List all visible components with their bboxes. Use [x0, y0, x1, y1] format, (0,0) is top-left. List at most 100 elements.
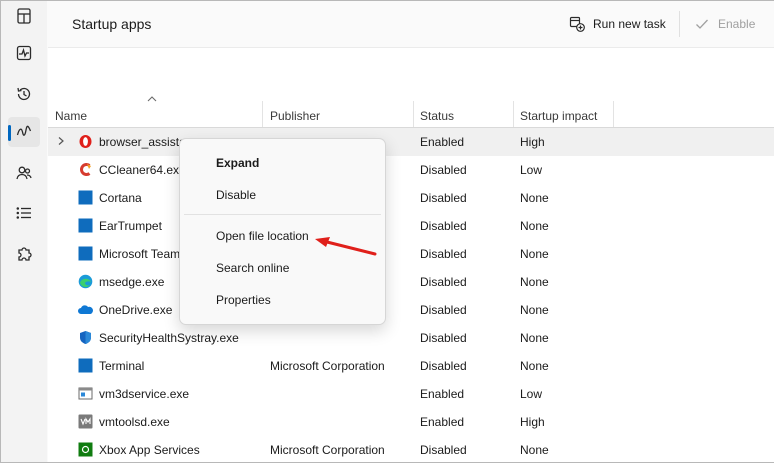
app-name: browser_assista [99, 135, 186, 149]
nav-services-button[interactable] [8, 239, 40, 269]
app-status: Enabled [420, 415, 465, 429]
app-name: OneDrive.exe [99, 303, 173, 317]
app-status: Disabled [420, 219, 467, 233]
column-divider[interactable] [513, 101, 514, 127]
run-new-task-icon [569, 16, 585, 32]
cortana-icon [78, 190, 93, 205]
app-name: msedge.exe [99, 275, 165, 289]
chevron-right-icon[interactable] [56, 136, 66, 146]
table-row[interactable]: EarTrumpet Disabled None [48, 212, 774, 240]
eartrumpet-icon [78, 218, 93, 233]
table-header: Name Publisher Status Startup impact [48, 96, 774, 128]
nav-rail [1, 1, 47, 462]
run-new-task-button[interactable]: Run new task [569, 14, 666, 34]
column-header-publisher[interactable]: Publisher [270, 109, 320, 123]
processes-icon [17, 8, 31, 24]
run-new-task-label: Run new task [593, 17, 666, 31]
table-row[interactable]: Xbox App Services Microsoft Corporation … [48, 436, 774, 464]
services-puzzle-icon [18, 247, 32, 261]
opera-icon [79, 135, 92, 148]
table-row[interactable]: vm3dservice.exe Enabled Low [48, 380, 774, 408]
nav-app-history-button[interactable] [8, 79, 40, 109]
app-name: vmtoolsd.exe [99, 415, 170, 429]
app-name: Xbox App Services [99, 443, 200, 457]
app-impact: None [520, 219, 549, 233]
terminal-icon [78, 358, 93, 373]
page-title: Startup apps [72, 16, 152, 32]
app-name: Cortana [99, 191, 142, 205]
column-divider[interactable] [262, 101, 263, 127]
performance-icon [16, 45, 32, 61]
app-impact: Low [520, 163, 543, 177]
app-impact: None [520, 191, 549, 205]
command-separator [679, 11, 680, 37]
app-name: CCleaner64.exe [99, 163, 186, 177]
column-divider[interactable] [613, 101, 614, 127]
app-status: Enabled [420, 387, 465, 401]
vm3d-icon [78, 387, 93, 400]
menu-item-expand[interactable]: Expand [216, 156, 259, 170]
app-status: Disabled [420, 331, 467, 345]
menu-divider [184, 214, 381, 215]
table-row[interactable]: msedge.exe Disabled None [48, 268, 774, 296]
column-divider[interactable] [413, 101, 414, 127]
app-status: Enabled [420, 135, 465, 149]
table-row[interactable]: SecurityHealthSystray.exe Disabled None [48, 324, 774, 352]
edge-icon [78, 274, 93, 289]
app-status: Disabled [420, 247, 467, 261]
main-panel: Startup apps Run new task Enable Name Pu… [48, 1, 774, 462]
sort-ascending-icon [147, 96, 157, 102]
users-icon [16, 166, 32, 180]
startup-gauge-icon [16, 125, 32, 136]
app-status: Disabled [420, 163, 467, 177]
nav-users-button[interactable] [8, 158, 40, 188]
column-header-startup-impact[interactable]: Startup impact [520, 109, 597, 123]
table-row[interactable]: Cortana Disabled None [48, 184, 774, 212]
table-row[interactable]: OneDrive.exe Disabled None [48, 296, 774, 324]
checkmark-icon [696, 19, 708, 29]
history-icon [17, 87, 31, 101]
nav-processes-button[interactable] [8, 1, 40, 31]
security-shield-icon [80, 331, 91, 344]
menu-item-properties[interactable]: Properties [216, 293, 271, 307]
task-manager-window: Startup apps Run new task Enable Name Pu… [0, 0, 774, 463]
app-impact: None [520, 359, 549, 373]
app-impact: None [520, 443, 549, 457]
menu-item-disable[interactable]: Disable [216, 188, 256, 202]
app-status: Disabled [420, 443, 467, 457]
app-publisher: Microsoft Corporation [270, 443, 385, 457]
details-list-icon [16, 207, 31, 219]
table-row[interactable]: CCleaner64.exe Disabled Low [48, 156, 774, 184]
menu-item-search-online[interactable]: Search online [216, 261, 289, 275]
nav-performance-button[interactable] [8, 38, 40, 68]
teams-icon [78, 246, 93, 261]
app-impact: None [520, 331, 549, 345]
column-header-name[interactable]: Name [55, 109, 87, 123]
app-status: Disabled [420, 191, 467, 205]
app-name: Microsoft Team [99, 247, 181, 261]
nav-details-button[interactable] [8, 198, 40, 228]
menu-item-open-file-location[interactable]: Open file location [216, 229, 309, 243]
app-impact: High [520, 415, 545, 429]
table-row[interactable]: vmtoolsd.exe Enabled High [48, 408, 774, 436]
active-indicator [8, 125, 11, 141]
onedrive-icon [78, 305, 93, 314]
app-name: SecurityHealthSystray.exe [99, 331, 239, 345]
xbox-icon [78, 442, 93, 457]
app-status: Disabled [420, 359, 467, 373]
nav-startup-apps-button[interactable] [8, 117, 40, 147]
app-impact: None [520, 247, 549, 261]
vmware-icon [78, 414, 93, 429]
enable-label: Enable [718, 17, 756, 31]
app-impact: None [520, 303, 549, 317]
app-name: vm3dservice.exe [99, 387, 190, 401]
app-name: Terminal [99, 359, 145, 373]
table-row[interactable]: Microsoft Team Disabled None [48, 240, 774, 268]
table-row[interactable]: browser_assista Enabled High [48, 128, 774, 156]
column-header-status[interactable]: Status [420, 109, 454, 123]
app-name: EarTrumpet [99, 219, 162, 233]
app-publisher: Microsoft Corporation [270, 359, 385, 373]
enable-button[interactable]: Enable [694, 14, 755, 34]
app-status: Disabled [420, 303, 467, 317]
table-row[interactable]: Terminal Microsoft Corporation Disabled … [48, 352, 774, 380]
